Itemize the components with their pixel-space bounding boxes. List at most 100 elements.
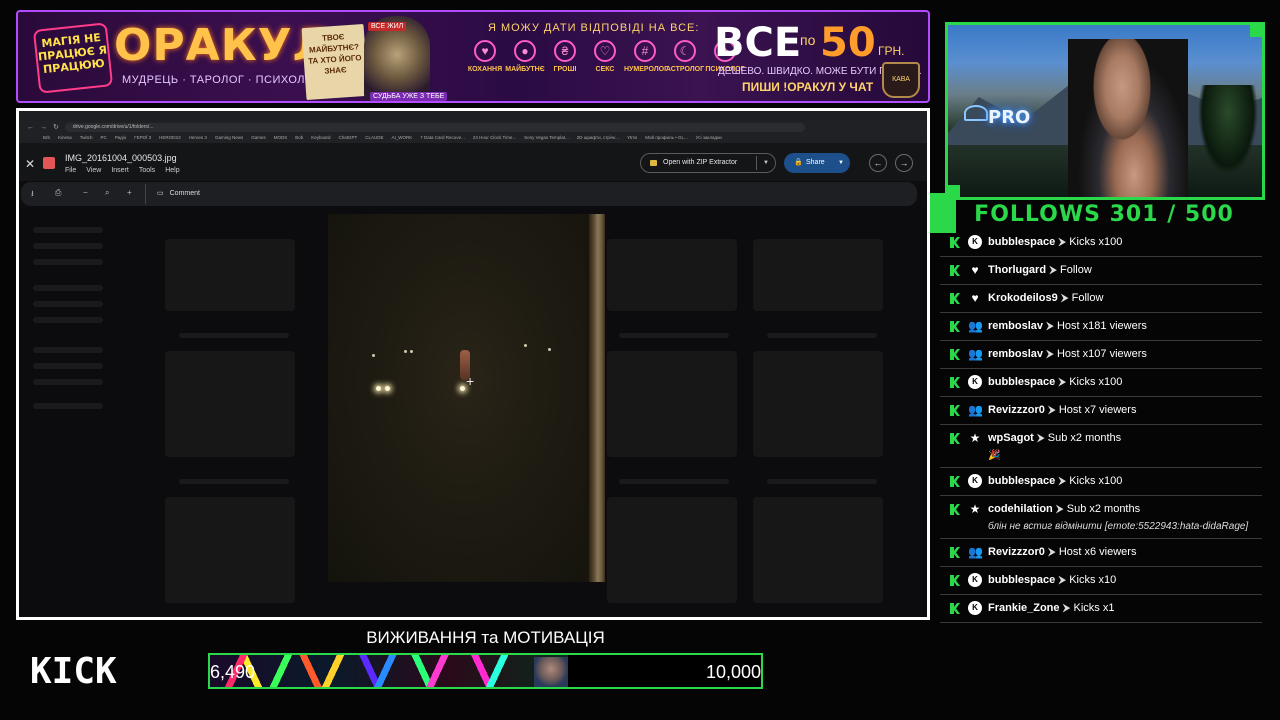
bookmark-item[interactable]: CLAUDE [365, 133, 383, 143]
menu-item[interactable]: Help [165, 167, 179, 174]
file-thumbnail[interactable] [165, 351, 295, 457]
previous-file-icon[interactable]: ← [869, 154, 887, 172]
sidebar-item [33, 317, 103, 323]
file-thumbnail[interactable] [753, 497, 883, 603]
event-row: 👥 Revizzzor0 ⮞ Host x7 viewers [940, 397, 1262, 425]
print-icon[interactable]: ⎙ [55, 188, 61, 198]
event-line: Frankie_Zone ⮞ Kicks x1 [988, 601, 1262, 616]
file-label [767, 333, 877, 338]
kick-k-icon [950, 349, 960, 360]
bookmark-item[interactable]: 24 Hour Clock Time... [473, 133, 516, 143]
file-thumbnail[interactable] [753, 351, 883, 457]
event-user: remboslav [988, 320, 1044, 332]
address-bar[interactable]: drive.google.com/drive/u/1/folders/... [64, 122, 805, 132]
event-action: Kicks x100 [1069, 475, 1123, 487]
bookmark-item[interactable]: Kinesa [58, 133, 72, 143]
follow-goal: FOLLOWS 301 / 500 [974, 202, 1234, 227]
light-dot [385, 386, 390, 391]
event-message: блін не встиг відмінити [emote:5522943:h… [988, 521, 1249, 532]
menu-item[interactable]: Insert [111, 167, 129, 174]
bookmark-item[interactable]: HEROES3 [159, 133, 181, 143]
bookmark-item[interactable]: MODS [274, 133, 288, 143]
file-menu: File View Insert Tools Help [65, 167, 180, 174]
comment-icon: ▭ [157, 190, 164, 197]
arrow-icon: ⮞ [1062, 602, 1071, 614]
star-icon: ★ [969, 502, 981, 516]
bookmark-item[interactable]: 7 Data Card Recove... [420, 133, 465, 143]
close-icon[interactable]: ✕ [25, 157, 35, 171]
event-row: Kbubblespace ⮞ Kicks x100 [940, 229, 1262, 257]
bookmark-item[interactable]: Ytms [627, 133, 637, 143]
file-thumbnail[interactable] [607, 239, 737, 311]
price-po: по [800, 32, 816, 48]
heart-icon: ♥ [474, 40, 496, 62]
numerology-icon: # [634, 40, 656, 62]
bookmark-item[interactable]: Heroes 3 [189, 133, 207, 143]
file-thumbnail[interactable] [165, 497, 295, 603]
kick-k-icon [950, 504, 960, 515]
menu-item[interactable]: View [86, 167, 101, 174]
viewer-toolbar: ⭳ ⎙ − ⌕ + ▭ Comment [21, 182, 917, 206]
price-number: 50 [820, 20, 876, 66]
bookmark-item[interactable]: Мой профиль • GL... [645, 133, 688, 143]
bookmark-item[interactable]: PC [101, 133, 107, 143]
browser-urlbar: ← → ↻ drive.google.com/drive/u/1/folders… [19, 121, 927, 133]
event-row: Kbubblespace ⮞ Kicks x10 [940, 567, 1262, 595]
arrow-icon: ⮞ [1046, 348, 1054, 360]
comment-button[interactable]: ▭ Comment [157, 189, 200, 197]
photo-preview[interactable]: + [328, 214, 605, 582]
share-button[interactable]: 🔒 Share ▼ [784, 153, 850, 173]
event-row: ♥ Thorlugard ⮞ Follow [940, 257, 1262, 285]
host-viewers-icon: 👥 [968, 403, 983, 417]
bookmark-item[interactable]: Twitch [80, 133, 93, 143]
reload-icon[interactable]: ↻ [53, 123, 59, 131]
host-viewers-icon: 👥 [968, 347, 983, 361]
file-label [179, 479, 289, 484]
banner-categories: ♥ КОХАННЯ ● МАЙБУТНЄ ₴ ГРОШІ ♡ СЕКС # НУМЕРОЛОГ ☾ А… [468, 40, 745, 73]
file-thumbnail[interactable] [607, 497, 737, 603]
price-currency: ГРН. [878, 44, 905, 58]
download-icon[interactable]: ⭳ [31, 188, 34, 202]
menu-item[interactable]: Tools [139, 167, 155, 174]
bookmarks-bar: Brb Kinesa Twitch PC Радіо ГЕРОЇ 3 HEROES3 Hero… [19, 133, 927, 143]
neon-wing-icon [964, 105, 988, 121]
goal-title: ВИЖИВАННЯ та МОТИВАЦІЯ [366, 628, 605, 647]
goal-max: 10,000 [705, 662, 761, 682]
chevron-down-icon[interactable]: ▼ [763, 154, 769, 172]
bookmark-item[interactable]: Sony Vegas Templat... [524, 133, 569, 143]
file-thumbnail[interactable] [165, 239, 295, 311]
sidebar-item [33, 403, 103, 409]
image-file-icon [43, 157, 55, 169]
forward-icon[interactable]: → [40, 124, 47, 131]
back-icon[interactable]: ← [27, 124, 34, 131]
banner-category-label: МАЙБУТНЄ [505, 66, 545, 73]
chevron-down-icon[interactable]: ▼ [838, 153, 844, 173]
browser-tabs[interactable] [19, 111, 927, 121]
bookmark-item[interactable]: Brb [43, 133, 50, 143]
bookmark-item[interactable]: Games [251, 133, 266, 143]
bookmark-item[interactable]: ГЕРОЇ 3 [134, 133, 151, 143]
next-file-icon[interactable]: → [895, 154, 913, 172]
event-action: Host x181 viewers [1056, 320, 1147, 332]
light-dot [376, 386, 381, 391]
bookmark-item[interactable]: 2D шрифти, стрічк... [577, 133, 619, 143]
menu-item[interactable]: File [65, 167, 76, 174]
bookmark-item[interactable]: AI_WORK [392, 133, 413, 143]
bookmark-item[interactable]: Gaming News [215, 133, 243, 143]
bookmark-item[interactable]: Keyboard [311, 133, 330, 143]
zoom-in-icon[interactable]: + [127, 188, 132, 197]
file-label [179, 333, 289, 338]
file-name: IMG_20161004_000503.jpg [65, 153, 177, 163]
light-dot [548, 348, 551, 351]
bookmark-item[interactable]: ChatGPT [339, 133, 358, 143]
zoom-out-icon[interactable]: − [83, 188, 88, 197]
kick-coin-icon: K [968, 375, 982, 389]
open-with-button[interactable]: Open with ZIP Extractor ▼ [640, 153, 776, 173]
zoom-icon[interactable]: ⌕ [105, 188, 109, 198]
bookmark-item[interactable]: Усі закладки [696, 133, 722, 143]
file-thumbnail[interactable] [753, 239, 883, 311]
bookmark-item[interactable]: Bob [295, 133, 303, 143]
sidebar-item [33, 227, 103, 233]
file-thumbnail[interactable] [607, 351, 737, 457]
bookmark-item[interactable]: Радіо [115, 133, 126, 143]
